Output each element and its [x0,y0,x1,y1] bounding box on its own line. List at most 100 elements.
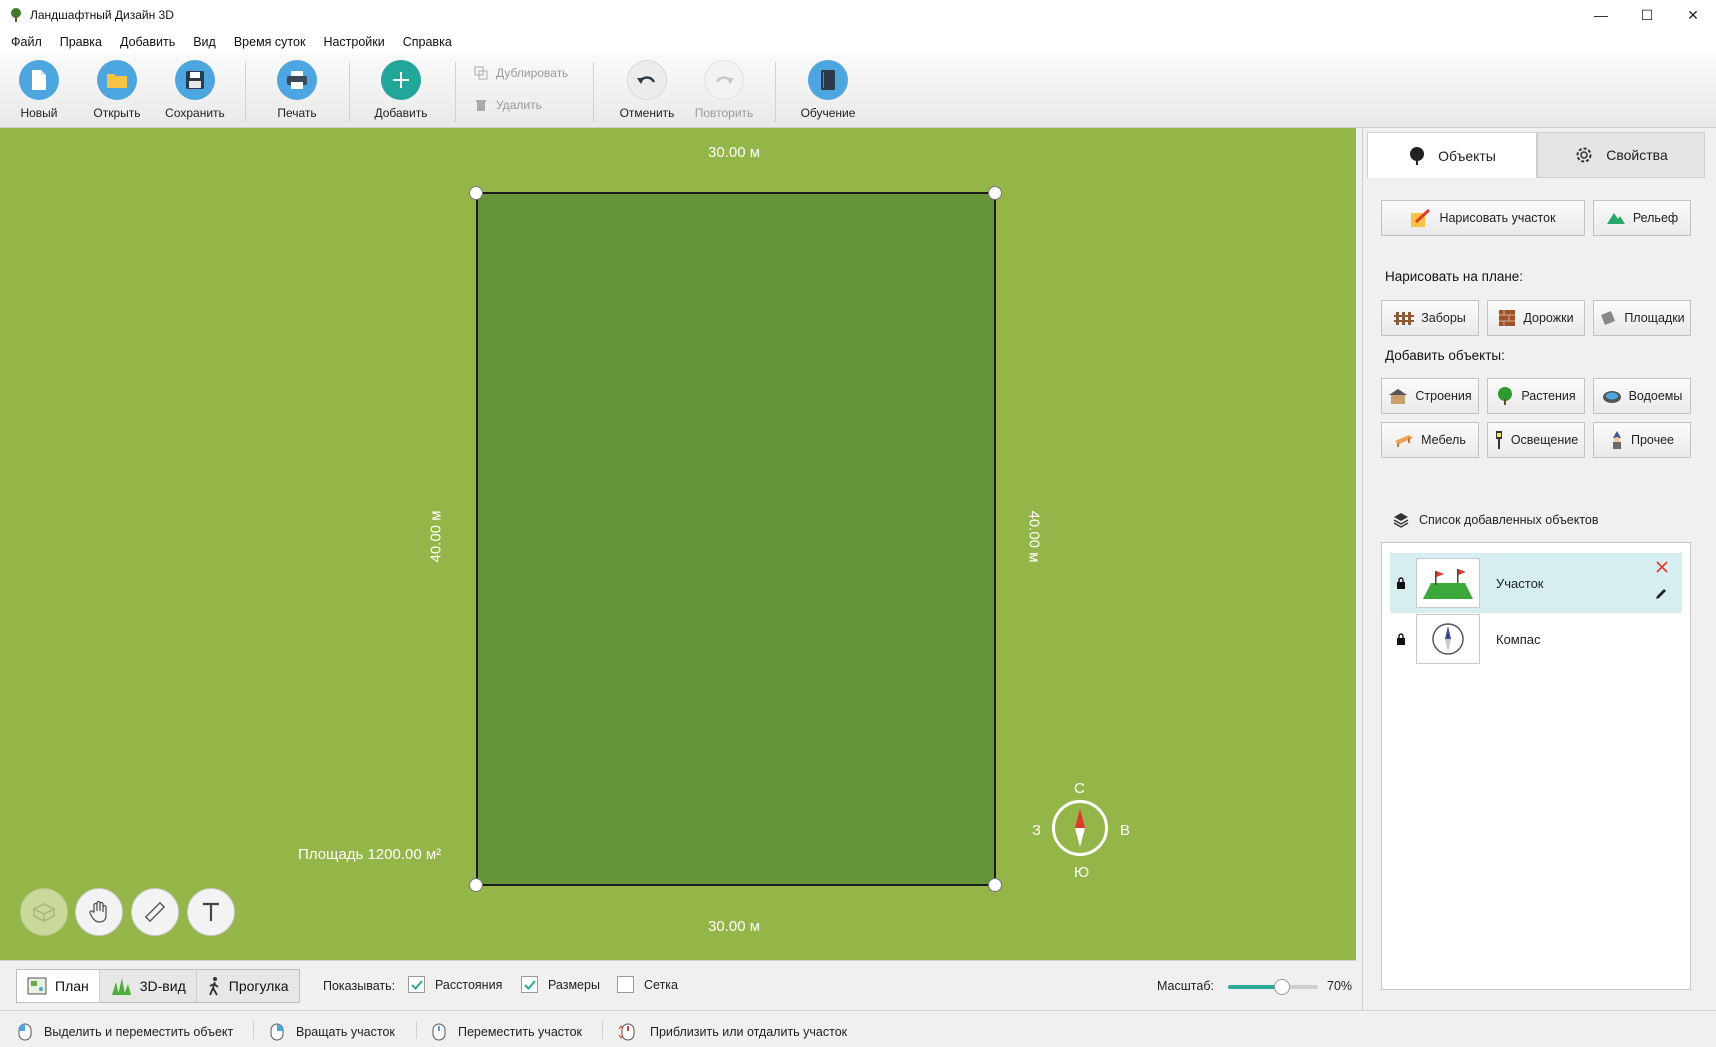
tab-properties-label: Свойства [1606,147,1668,163]
grid-checkbox[interactable]: Сетка [617,976,678,993]
menu-edit[interactable]: Правка [51,35,111,49]
plot-area[interactable] [476,192,996,886]
buildings-button[interactable]: Строения [1381,378,1479,414]
checkmark-icon [410,979,423,990]
print-label: Печать [277,106,317,120]
corner-handle-br[interactable] [988,878,1002,892]
menu-settings[interactable]: Настройки [314,35,393,49]
add-button[interactable]: Добавить [363,60,439,120]
print-button[interactable]: Печать [259,60,335,120]
compass-thumbnail [1416,614,1480,664]
3d-object-tool-button[interactable] [20,888,68,936]
close-window-button[interactable]: ✕ [1670,0,1716,30]
relief-button[interactable]: Рельеф [1593,200,1691,236]
list-item-name: Компас [1496,631,1541,647]
delete-item-icon[interactable] [1656,561,1668,573]
walker-icon [208,977,219,996]
compass-icon[interactable] [1052,800,1108,856]
checkbox-box[interactable] [408,976,425,993]
buildings-label: Строения [1415,389,1472,403]
scale-slider-knob[interactable] [1274,979,1290,995]
undo-icon [627,60,667,100]
compass-north-label: С [1074,780,1085,797]
distances-checkbox[interactable]: Расстояния [408,976,502,993]
tab-3d-view[interactable]: 3D-вид [100,970,197,1002]
fences-button[interactable]: Заборы [1381,300,1479,336]
redo-icon [704,60,744,100]
distances-label: Расстояния [435,977,503,992]
draw-plot-button[interactable]: Нарисовать участок [1381,200,1585,236]
plants-button[interactable]: Растения [1487,378,1585,414]
maximize-button[interactable]: ☐ [1624,0,1670,30]
tab-walk[interactable]: Прогулка [197,970,299,1002]
menu-view[interactable]: Вид [184,35,225,49]
new-file-icon [19,60,59,100]
save-button[interactable]: Сохранить [157,60,233,120]
paving-icon [1499,310,1516,326]
plot-thumbnail [1416,558,1480,608]
corner-handle-bl[interactable] [469,878,483,892]
furniture-label: Мебель [1421,433,1466,447]
areas-button[interactable]: Площадки [1593,300,1691,336]
undo-button[interactable]: Отменить [609,60,685,120]
tab-plan[interactable]: План [17,970,100,1002]
open-button[interactable]: Открыть [79,60,155,120]
draw-on-plan-heading: Нарисовать на плане: [1385,269,1524,284]
lighting-button[interactable]: Освещение [1487,422,1585,458]
plants-label: Растения [1521,389,1576,403]
duplicate-button[interactable]: Дублировать [474,66,568,80]
menu-add[interactable]: Добавить [111,35,184,49]
other-button[interactable]: Прочее [1593,422,1691,458]
plant-tree-icon [1498,387,1513,405]
scale-label: Масштаб: [1157,979,1214,993]
list-item[interactable]: Участок [1390,553,1682,613]
right-dimension-label: 40.00 м [1025,510,1043,563]
area-label: Площадь 1200.00 м² [298,846,442,863]
tab-objects[interactable]: Объекты [1367,132,1537,178]
menu-bar: Файл Правка Добавить Вид Время суток Нас… [0,30,1716,54]
toolbar: Новый Открыть Сохранить Печать Добавить … [0,54,1716,128]
ponds-button[interactable]: Водоемы [1593,378,1691,414]
tab-objects-label: Объекты [1438,147,1496,164]
compass-small-icon [1432,623,1464,655]
grass-3d-icon [111,978,131,995]
scale-slider[interactable] [1228,979,1318,995]
lock-icon[interactable] [1396,577,1406,589]
lock-icon[interactable] [1396,633,1406,645]
checkbox-box[interactable] [617,976,634,993]
show-label: Показывать: [323,979,396,993]
corner-handle-tl[interactable] [469,186,483,200]
sizes-checkbox[interactable]: Размеры [521,976,600,993]
top-dimension-label: 30.00 м [708,144,761,161]
minimize-button[interactable]: — [1578,0,1624,30]
delete-button[interactable]: Удалить [474,98,542,112]
house-icon [1389,389,1408,404]
tutorial-button[interactable]: Обучение [790,60,866,120]
pan-tool-button[interactable] [75,888,123,936]
new-button[interactable]: Новый [1,60,77,120]
menu-file[interactable]: Файл [2,35,51,49]
paths-button[interactable]: Дорожки [1487,300,1585,336]
duplicate-label: Дублировать [496,66,569,80]
open-label: Открыть [93,106,141,120]
furniture-button[interactable]: Мебель [1381,422,1479,458]
tab-plan-label: План [55,978,89,994]
list-item[interactable]: Компас [1390,609,1682,669]
lighting-label: Освещение [1510,433,1579,447]
bottom-dimension-label: 30.00 м [708,918,761,935]
checkbox-box[interactable] [521,976,538,993]
redo-button[interactable]: Повторить [686,60,762,120]
plot-flags-icon [1423,569,1473,599]
edit-pencil-icon[interactable] [1654,587,1668,601]
text-tool-button[interactable] [187,888,235,936]
floppy-icon [175,60,215,100]
compass-south-label: Ю [1074,864,1090,881]
ruler-tool-button[interactable] [131,888,179,936]
status-rotate-hint: Вращать участок [270,1023,395,1041]
text-icon [203,902,219,921]
menu-help[interactable]: Справка [394,35,461,49]
plan-canvas[interactable]: 30.00 м 30.00 м 40.00 м 40.00 м Площадь … [0,128,1356,960]
corner-handle-tr[interactable] [988,186,1002,200]
tab-properties[interactable]: Свойства [1537,132,1705,178]
menu-time-of-day[interactable]: Время суток [225,35,315,49]
